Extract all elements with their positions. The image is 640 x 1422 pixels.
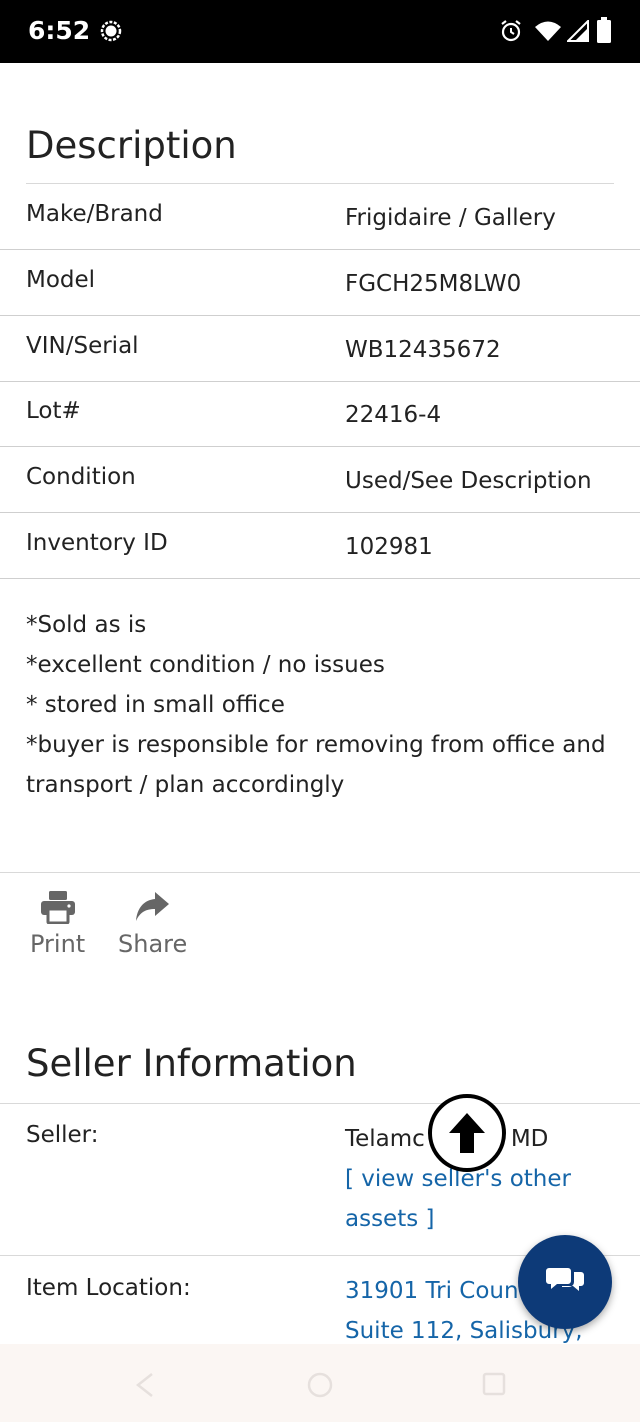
printer-icon — [40, 891, 75, 924]
spec-label: Model — [26, 267, 96, 293]
print-label: Print — [30, 930, 86, 958]
spec-value: 102981 — [345, 534, 433, 560]
item-location-label: Item Location: — [26, 1275, 191, 1301]
alarm-icon — [501, 20, 521, 42]
navigation-bar — [0, 1344, 640, 1422]
spec-label: Lot# — [26, 398, 81, 424]
spec-row-inventory-id: Inventory ID 102981 — [0, 512, 640, 579]
app-notification-icon — [100, 20, 122, 42]
print-button[interactable]: Print — [30, 890, 85, 958]
spec-value: Frigidaire / Gallery — [345, 205, 556, 231]
note-line: *excellent condition / no issues — [26, 652, 385, 678]
section-divider — [0, 872, 640, 873]
chat-button[interactable] — [518, 1235, 612, 1329]
spec-row-make-brand: Make/Brand Frigidaire / Gallery — [0, 183, 640, 250]
spec-row-vin-serial: VIN/Serial WB12435672 — [0, 315, 640, 382]
share-button[interactable]: Share — [118, 890, 187, 958]
note-line: * stored in small office — [26, 692, 285, 718]
seller-name-start: Telamc — [345, 1126, 425, 1152]
spec-label: Condition — [26, 464, 136, 490]
seller-name-end: MD — [510, 1126, 549, 1152]
note-line: *Sold as is — [26, 612, 147, 638]
note-line: *buyer is responsible for removing from … — [26, 732, 606, 758]
spec-label: Inventory ID — [26, 530, 168, 556]
section-divider — [0, 1103, 640, 1104]
home-icon[interactable] — [306, 1371, 334, 1399]
arrow-up-icon — [449, 1113, 485, 1153]
wifi-icon — [535, 21, 561, 41]
chat-icon — [546, 1268, 584, 1291]
description-notes: *Sold as is *excellent condition / no is… — [26, 605, 626, 805]
scroll-to-top-button[interactable] — [428, 1094, 506, 1172]
back-icon[interactable] — [134, 1372, 156, 1398]
status-time: 6:52 — [28, 16, 91, 45]
battery-icon — [597, 17, 611, 43]
share-icon — [135, 892, 169, 921]
spec-row-model: Model FGCH25M8LW0 — [0, 249, 640, 316]
status-bar: 6:52 — [0, 0, 640, 63]
recent-apps-icon[interactable] — [482, 1372, 506, 1396]
link-line: assets ] — [345, 1206, 435, 1232]
seller-label: Seller: — [26, 1122, 99, 1148]
spec-value: FGCH25M8LW0 — [345, 271, 522, 297]
view-seller-assets-link[interactable]: [ view seller's other assets ] — [345, 1159, 635, 1239]
description-title: Description — [26, 124, 237, 167]
share-label: Share — [118, 930, 188, 958]
spec-label: VIN/Serial — [26, 333, 139, 359]
spec-value: Used/See Description — [345, 468, 592, 494]
spec-label: Make/Brand — [26, 201, 163, 227]
spec-row-lot: Lot# 22416-4 — [0, 380, 640, 447]
note-line: transport / plan accordingly — [26, 772, 345, 798]
link-line: [ view seller's other — [345, 1166, 571, 1192]
spec-value: 22416-4 — [345, 402, 442, 428]
spec-value: WB12435672 — [345, 337, 501, 363]
spec-row-condition: Condition Used/See Description — [0, 446, 640, 513]
signal-icon — [567, 20, 589, 42]
seller-info-title: Seller Information — [26, 1042, 357, 1085]
